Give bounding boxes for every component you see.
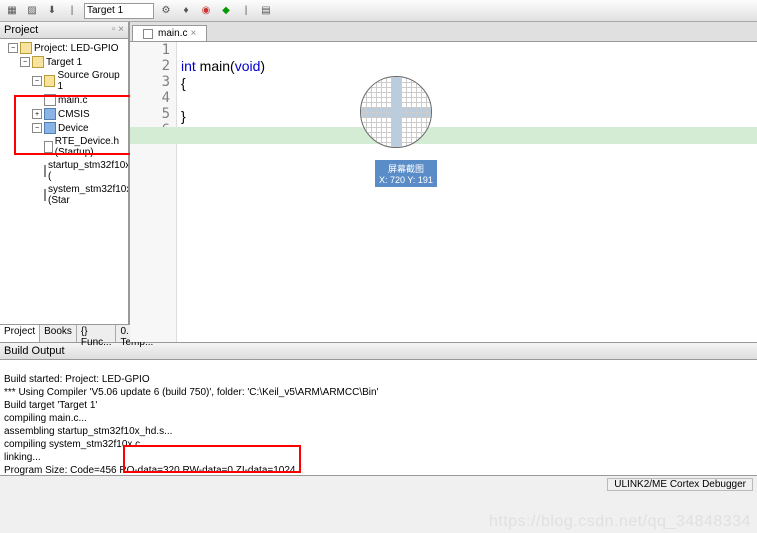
debug-icon[interactable]: ◉: [198, 3, 214, 19]
editor-tab-mainc[interactable]: main.c ×: [132, 25, 207, 41]
tree-cmsis[interactable]: +CMSIS: [2, 107, 126, 121]
output-line: *** Using Compiler 'V5.06 update 6 (buil…: [4, 387, 378, 398]
output-line: Build target 'Target 1': [4, 400, 97, 411]
sep: |: [64, 3, 80, 19]
file-icon: [44, 165, 46, 177]
expand-icon[interactable]: −: [32, 76, 42, 86]
build-output[interactable]: Build started: Project: LED-GPIO *** Usi…: [0, 360, 757, 475]
crosshair-tooltip: 屏幕截图 X: 720 Y: 191: [375, 160, 437, 187]
project-sidebar: Project ▫ × −Project: LED-GPIO −Target 1…: [0, 22, 130, 342]
sep2: |: [238, 3, 254, 19]
project-panel-label: Project: [4, 24, 38, 36]
tab-functions[interactable]: {} Func...: [77, 325, 117, 342]
tree-file-startup[interactable]: startup_stm32f10x_hd.s (: [2, 159, 126, 183]
project-tree[interactable]: −Project: LED-GPIO −Target 1 −Source Gro…: [0, 39, 128, 324]
line-gutter: 123456: [130, 42, 177, 342]
code-content[interactable]: int main(void) { }: [177, 42, 757, 342]
project-icon: [20, 42, 32, 54]
component-icon: [44, 122, 56, 134]
manage-icon[interactable]: ♦: [178, 3, 194, 19]
project-panel-title: Project ▫ ×: [0, 22, 128, 39]
build-icon[interactable]: ▦: [4, 3, 20, 19]
options-icon[interactable]: ⚙: [158, 3, 174, 19]
output-line: linking...: [4, 452, 41, 463]
status-debugger: ULINK2/ME Cortex Debugger: [607, 478, 753, 491]
expand-icon[interactable]: +: [32, 109, 42, 119]
code-editor[interactable]: 123456 int main(void) { } 屏幕截图 X: 720 Y:…: [130, 42, 757, 342]
output-line: compiling system_stm32f10x.c...: [4, 439, 149, 450]
file-icon: [44, 94, 56, 106]
expand-icon[interactable]: −: [8, 43, 18, 53]
file-icon: [44, 141, 53, 153]
tree-file-system[interactable]: system_stm32f10x.c (Star: [2, 183, 126, 207]
expand-icon[interactable]: −: [20, 57, 30, 67]
editor-tab-label: main.c: [158, 28, 187, 39]
cfg-icon[interactable]: ▤: [258, 3, 274, 19]
tree-main-c[interactable]: main.c: [2, 93, 126, 107]
target-select[interactable]: Target 1: [84, 3, 154, 19]
close-tab-icon[interactable]: ×: [190, 28, 196, 39]
tree-source-group[interactable]: −Source Group 1: [2, 69, 126, 93]
crosshair-grid: [361, 77, 431, 147]
tree-target[interactable]: −Target 1: [2, 55, 126, 69]
tab-books[interactable]: Books: [40, 325, 77, 342]
output-line: assembling startup_stm32f10x_hd.s...: [4, 426, 172, 437]
green-icon[interactable]: ◆: [218, 3, 234, 19]
component-icon: [44, 108, 56, 120]
tree-root[interactable]: −Project: LED-GPIO: [2, 41, 126, 55]
rebuild-icon[interactable]: ▨: [24, 3, 40, 19]
tree-device[interactable]: −Device: [2, 121, 126, 135]
tree-file-rte[interactable]: RTE_Device.h (Startup): [2, 135, 126, 159]
main-toolbar: ▦ ▨ ⬇ | Target 1 ⚙ ♦ ◉ ◆ | ▤: [0, 0, 757, 22]
status-bar: ULINK2/ME Cortex Debugger: [0, 475, 757, 493]
keyword: int: [181, 58, 196, 74]
sidebar-tabs: Project Books {} Func... 0. Temp...: [0, 324, 128, 342]
output-line: Build started: Project: LED-GPIO: [4, 374, 150, 385]
panel-controls[interactable]: ▫ ×: [112, 24, 124, 36]
output-line: compiling main.c...: [4, 413, 87, 424]
folder-icon: [44, 75, 56, 87]
keyword: void: [235, 58, 261, 74]
editor-tab-bar: main.c ×: [130, 22, 757, 42]
main-area: Project ▫ × −Project: LED-GPIO −Target 1…: [0, 22, 757, 342]
download-icon[interactable]: ⬇: [44, 3, 60, 19]
target-icon: [32, 56, 44, 68]
screenshot-crosshair: [360, 76, 432, 148]
build-output-title: Build Output: [0, 342, 757, 360]
editor-area: main.c × 123456 int main(void) { } 屏幕截图 …: [130, 22, 757, 342]
expand-icon[interactable]: −: [32, 123, 42, 133]
tab-project[interactable]: Project: [0, 325, 40, 342]
file-icon: [143, 29, 153, 39]
watermark-text: https://blog.csdn.net/qq_34848334: [489, 513, 751, 531]
file-icon: [44, 189, 46, 201]
output-line: Program Size: Code=456 RO-data=320 RW-da…: [4, 465, 295, 475]
